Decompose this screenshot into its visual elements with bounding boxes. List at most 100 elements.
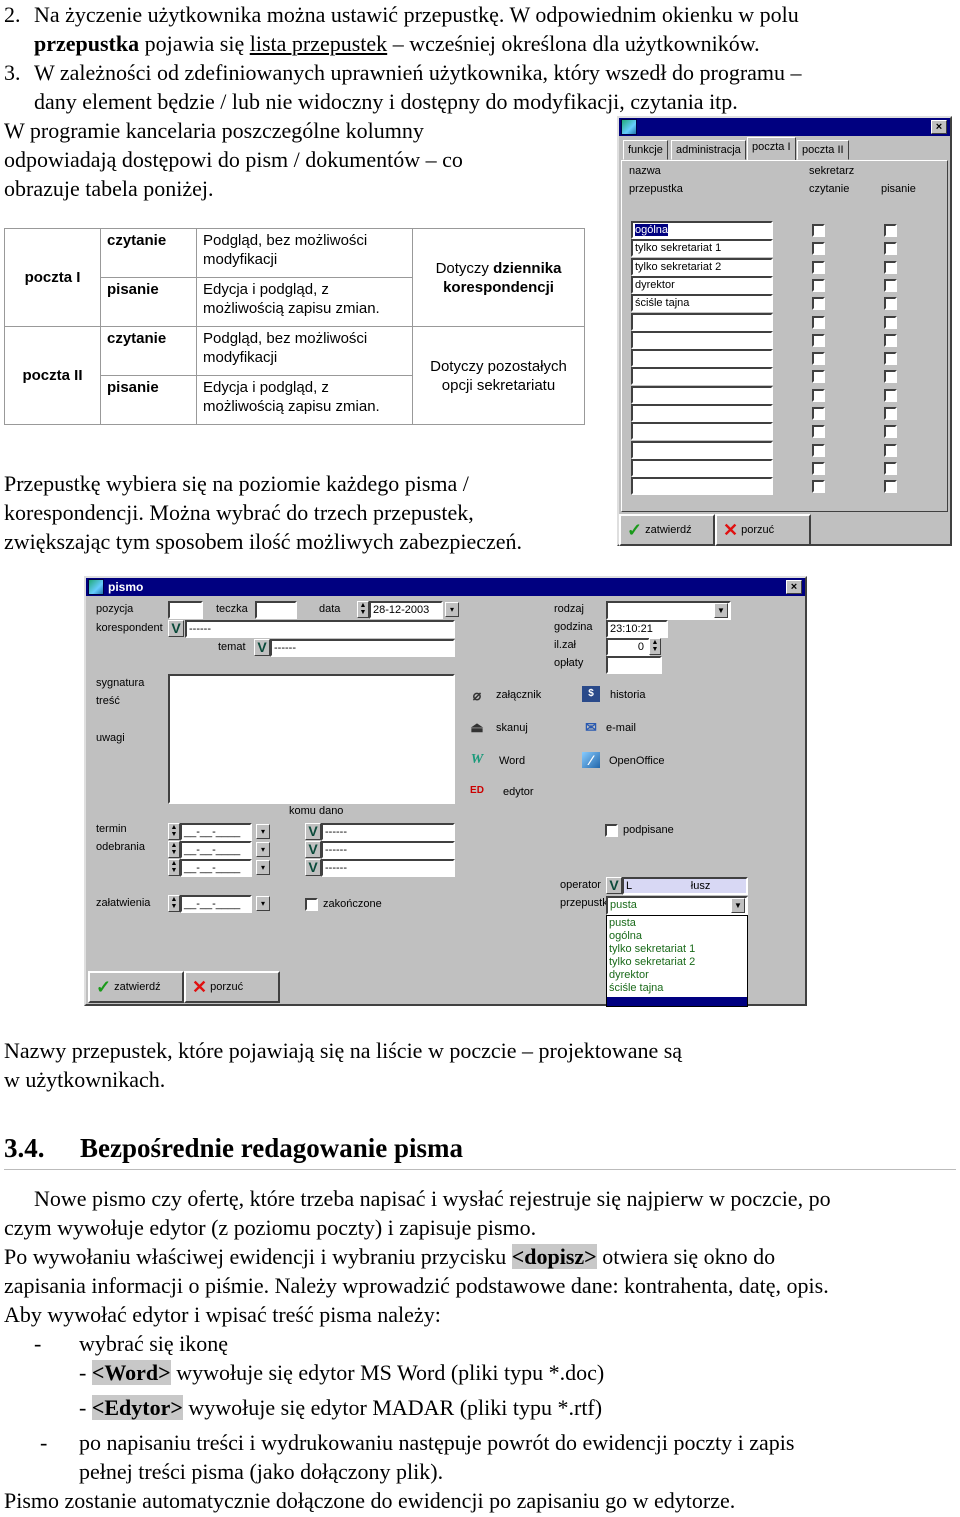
pisanie-checkbox[interactable] <box>884 333 897 347</box>
action-email[interactable]: e-mail <box>606 722 636 734</box>
temat-field[interactable]: ------ <box>270 639 455 657</box>
dropdown-option[interactable]: tylko sekretariat 1 <box>609 943 695 956</box>
pisanie-checkbox[interactable] <box>884 352 897 366</box>
komu-dano-picker-button[interactable]: V <box>305 841 321 858</box>
paperclip-icon[interactable]: ⌀ <box>468 687 486 703</box>
termin-dropdown-button[interactable]: ▾ <box>256 860 270 875</box>
pisanie-checkbox[interactable] <box>884 425 897 439</box>
dropdown-option[interactable]: ogólna <box>609 930 642 943</box>
rodzaj-dropdown-button[interactable]: ▼ <box>714 603 728 618</box>
tab-administracja[interactable]: administracja <box>671 140 746 160</box>
word-icon[interactable]: W <box>468 752 486 768</box>
czytanie-checkbox[interactable] <box>812 425 825 439</box>
pisanie-checkbox[interactable] <box>884 224 897 237</box>
date-spinner[interactable]: ▲ ▼ <box>168 859 180 876</box>
tab-poczta-i[interactable]: poczta I <box>747 137 796 161</box>
highlighted-option[interactable] <box>607 997 747 1006</box>
date-spinner[interactable]: ▲ ▼ <box>168 823 180 840</box>
cancel-button[interactable]: ✕ porzuć <box>715 514 811 546</box>
termin-date-field[interactable]: __-__-____ <box>180 823 252 841</box>
czytanie-checkbox[interactable] <box>812 278 825 292</box>
calendar-dropdown-button[interactable]: ▾ <box>445 602 459 617</box>
close-button[interactable]: × <box>931 120 947 134</box>
data-spinner[interactable]: ▲ ▼ <box>357 601 369 618</box>
pozycja-field[interactable] <box>168 601 203 619</box>
tab-funkcje[interactable]: funkcje <box>623 140 668 160</box>
przepustka-select[interactable]: pusta <box>606 896 748 915</box>
czytanie-checkbox[interactable] <box>812 407 825 420</box>
przepustka-name-field[interactable] <box>631 312 773 331</box>
zakonczone-checkbox[interactable] <box>305 898 318 911</box>
il-zal-spinner[interactable]: ▲ ▼ <box>649 638 661 655</box>
czytanie-checkbox[interactable] <box>812 315 825 329</box>
termin-dropdown-button[interactable]: ▾ <box>256 824 270 839</box>
czytanie-checkbox[interactable] <box>812 352 825 366</box>
date-spinner[interactable]: ▲ ▼ <box>168 841 180 858</box>
czytanie-checkbox[interactable] <box>812 260 825 274</box>
przepustka-name-field[interactable] <box>631 458 773 477</box>
scanner-icon[interactable]: ⏏ <box>468 719 486 735</box>
zalatwienia-field[interactable]: __-__-____ <box>180 895 252 913</box>
czytanie-checkbox[interactable] <box>812 370 825 384</box>
czytanie-checkbox[interactable] <box>812 388 825 402</box>
action-scan[interactable]: skanuj <box>496 722 528 734</box>
komu-dano-field[interactable]: ------ <box>321 841 455 859</box>
przepustka-name-field[interactable]: tylko sekretariat 1 <box>631 239 773 258</box>
cancel-button[interactable]: ✕ porzuć <box>184 971 280 1003</box>
dropdown-option[interactable]: dyrektor <box>609 969 649 982</box>
przepustka-name-field[interactable] <box>631 440 773 459</box>
action-openoffice[interactable]: OpenOffice <box>609 755 664 767</box>
przepustka-name-field[interactable] <box>631 404 773 422</box>
tab-poczta-ii[interactable]: poczta II <box>797 140 849 160</box>
korespondent-field[interactable]: ------ <box>185 620 455 638</box>
pisanie-checkbox[interactable] <box>884 278 897 292</box>
przepustka-name-field[interactable] <box>631 422 773 441</box>
przepustka-name-field[interactable] <box>631 349 773 368</box>
editor-icon[interactable]: ED <box>468 783 486 799</box>
termin-date-field[interactable]: __-__-____ <box>180 859 252 877</box>
przepustka-name-field[interactable] <box>631 385 773 404</box>
termin-dropdown-button[interactable]: ▾ <box>256 842 270 857</box>
pisanie-checkbox[interactable] <box>884 297 897 311</box>
przepustka-name-field[interactable]: dyrektor <box>631 275 773 294</box>
czytanie-checkbox[interactable] <box>812 443 825 457</box>
przepustka-name-field[interactable]: tylko sekretariat 2 <box>631 257 773 276</box>
content-textarea[interactable] <box>168 674 455 804</box>
przepustka-name-field[interactable]: ściśle tajna <box>631 294 773 313</box>
pisanie-checkbox[interactable] <box>884 461 897 475</box>
czytanie-checkbox[interactable] <box>812 333 825 347</box>
history-icon[interactable]: $ <box>582 686 600 702</box>
komu-dano-field[interactable]: ------ <box>321 859 455 877</box>
confirm-button[interactable]: ✓ zatwierdź <box>619 514 715 546</box>
zalatwienia-spinner[interactable]: ▲ ▼ <box>168 895 180 912</box>
komu-dano-picker-button[interactable]: V <box>305 823 321 840</box>
godzina-field[interactable]: 23:10:21 <box>606 620 668 638</box>
czytanie-checkbox[interactable] <box>812 480 825 494</box>
action-history[interactable]: historia <box>610 689 645 701</box>
korespondent-picker-button[interactable]: V <box>168 620 184 637</box>
openoffice-icon[interactable]: ⁄ <box>582 752 600 768</box>
pisanie-checkbox[interactable] <box>884 242 897 256</box>
czytanie-checkbox[interactable] <box>812 461 825 475</box>
czytanie-checkbox[interactable] <box>812 297 825 311</box>
temat-picker-button[interactable]: V <box>254 639 270 656</box>
pisanie-checkbox[interactable] <box>884 315 897 329</box>
przepustka-name-field[interactable] <box>631 477 773 496</box>
dropdown-option[interactable]: ściśle tajna <box>609 982 663 995</box>
oplaty-field[interactable] <box>606 656 662 674</box>
action-editor[interactable]: edytor <box>503 786 534 798</box>
pisanie-checkbox[interactable] <box>884 407 897 420</box>
podpisane-checkbox[interactable] <box>605 824 618 837</box>
termin-date-field[interactable]: __-__-____ <box>180 841 252 859</box>
przepustka-name-field[interactable]: ogólna <box>631 221 773 239</box>
action-word[interactable]: Word <box>499 755 525 767</box>
czytanie-checkbox[interactable] <box>812 242 825 256</box>
komu-dano-picker-button[interactable]: V <box>305 859 321 876</box>
pisanie-checkbox[interactable] <box>884 370 897 384</box>
czytanie-checkbox[interactable] <box>812 224 825 237</box>
przepustka-name-field[interactable] <box>631 367 773 386</box>
rodzaj-select[interactable] <box>606 601 731 620</box>
teczka-field[interactable] <box>255 601 297 619</box>
dropdown-option[interactable]: pusta <box>609 917 636 930</box>
zalatwienia-dropdown-button[interactable]: ▾ <box>256 896 270 911</box>
